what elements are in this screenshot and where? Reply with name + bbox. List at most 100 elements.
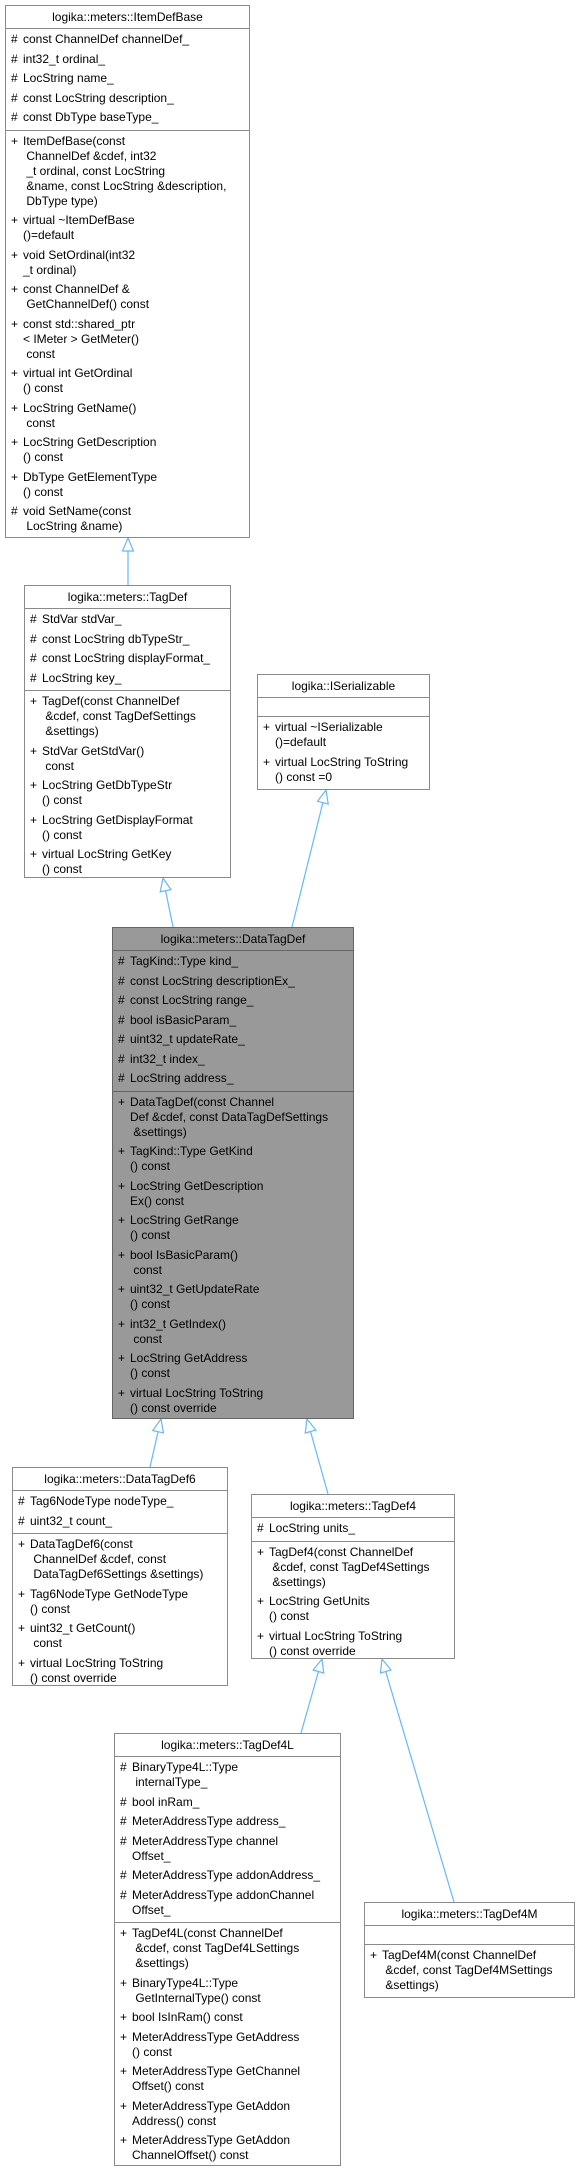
method-row[interactable]: + LocString GetDisplayFormat () const xyxy=(25,811,230,846)
attribute-row[interactable]: # TagKind::Type kind_ xyxy=(113,952,353,972)
attribute-row[interactable]: # MeterAddressType channel Offset_ xyxy=(115,1832,340,1867)
attribute-row[interactable]: # LocString key_ xyxy=(25,669,230,689)
method-row[interactable]: + LocString GetDbTypeStr () const xyxy=(25,776,230,811)
method-row[interactable]: + uint32_t GetUpdateRate () const xyxy=(113,1280,353,1315)
method-row[interactable]: + LocString GetUnits () const xyxy=(252,1592,454,1627)
attribute-row[interactable]: # uint32_t updateRate_ xyxy=(113,1030,353,1050)
class-title[interactable]: logika::meters::TagDef xyxy=(25,586,230,609)
method-row[interactable]: + MeterAddressType GetAddon Address() con… xyxy=(115,2097,340,2132)
attribute-row[interactable]: # int32_t index_ xyxy=(113,1050,353,1070)
attribute-row[interactable]: # int32_t ordinal_ xyxy=(6,50,249,70)
attribute-row[interactable]: # MeterAddressType addonAddress_ xyxy=(115,1866,340,1886)
method-row[interactable]: + virtual int GetOrdinal () const xyxy=(6,364,249,399)
method-row[interactable]: + TagDef(const ChannelDef &cdef, const Ta… xyxy=(25,692,230,742)
method-row[interactable]: + virtual LocString ToString () const ove… xyxy=(13,1654,227,1689)
method-row[interactable]: + MeterAddressType GetChannel Offset() co… xyxy=(115,2062,340,2097)
method-row[interactable]: + DbType GetElementType () const xyxy=(6,468,249,503)
method-row[interactable]: + virtual LocString ToString () const ove… xyxy=(252,1627,454,1662)
class-title[interactable]: logika::meters::DataTagDef6 xyxy=(13,1468,227,1491)
class-box-datatagdef6[interactable]: logika::meters::DataTagDef6 # Tag6NodeTyp… xyxy=(12,1467,228,1686)
method-row[interactable]: + ItemDefBase(const ChannelDef &cdef, int… xyxy=(6,132,249,212)
method-row[interactable]: + LocString GetDescription Ex() const xyxy=(113,1177,353,1212)
attribute-row[interactable]: # const DbType baseType_ xyxy=(6,108,249,128)
class-box-tagdef4l[interactable]: logika::meters::TagDef4L # BinaryType4L::… xyxy=(114,1733,341,2166)
attribute-row[interactable]: # LocString address_ xyxy=(113,1069,353,1089)
method-row[interactable]: + Tag6NodeType GetNodeType () const xyxy=(13,1585,227,1620)
class-title[interactable]: logika::meters::ItemDefBase xyxy=(6,6,249,29)
attribute-row[interactable]: # LocString name_ xyxy=(6,69,249,89)
member-text: TagDef4M(const ChannelDef &cdef, const T… xyxy=(382,1948,553,1992)
inheritance-arrowhead-icon xyxy=(151,1417,165,1434)
method-row[interactable]: + virtual LocString ToString () const =0 xyxy=(258,753,429,788)
member-text: LocString GetDescription Ex() const xyxy=(130,1178,264,1208)
class-box-tagdef[interactable]: logika::meters::TagDef # StdVar stdVar_ # c… xyxy=(24,585,231,878)
class-title[interactable]: logika::meters::TagDef4L xyxy=(115,1734,340,1757)
method-row[interactable]: + uint32_t GetCount() const xyxy=(13,1619,227,1654)
method-row[interactable]: + LocString GetDescription () const xyxy=(6,433,249,468)
method-row[interactable]: + MeterAddressType GetAddon ChannelOffset… xyxy=(115,2131,340,2166)
protected-marker: # xyxy=(18,1494,25,1508)
member-text: LocString GetDbTypeStr () const xyxy=(42,778,173,807)
method-row[interactable]: # void SetName(const LocString &name) xyxy=(6,502,249,537)
member-text: const ChannelDef channelDef_ xyxy=(23,32,190,46)
method-row[interactable]: + LocString GetAddress () const xyxy=(113,1349,353,1384)
method-row[interactable]: + const std::shared_ptr < IMeter > GetMet… xyxy=(6,315,249,365)
method-row[interactable]: + virtual ~ISerializable ()=default xyxy=(258,718,429,753)
member-text: MeterAddressType GetChannel Offset() con… xyxy=(132,2064,301,2093)
member-text: virtual ~ISerializable ()=default xyxy=(275,720,383,749)
attribute-row[interactable]: # StdVar stdVar_ xyxy=(25,610,230,630)
attribute-row[interactable]: # bool inRam_ xyxy=(115,1793,340,1813)
method-row[interactable]: + TagKind::Type GetKind () const xyxy=(113,1142,353,1177)
class-title[interactable]: logika::meters::TagDef4 xyxy=(252,1495,454,1518)
method-row[interactable]: + DataTagDef6(const ChannelDef &cdef, con… xyxy=(13,1535,227,1585)
method-row[interactable]: + TagDef4(const ChannelDef &cdef, const T… xyxy=(252,1543,454,1593)
attribute-row[interactable]: # LocString units_ xyxy=(252,1519,454,1539)
method-row[interactable]: + void SetOrdinal(int32 _t ordinal) xyxy=(6,246,249,281)
methods-section: + virtual ~ISerializable ()=default + virtu… xyxy=(258,717,429,789)
attribute-row[interactable]: # const ChannelDef channelDef_ xyxy=(6,30,249,50)
member-text: int32_t GetIndex() const xyxy=(130,1316,227,1346)
method-row[interactable]: + LocString GetName() const xyxy=(6,399,249,434)
method-row[interactable]: + virtual LocString GetKey () const xyxy=(25,845,230,880)
method-row[interactable]: + BinaryType4L::Type GetInternalType() co… xyxy=(115,1974,340,2009)
method-row[interactable]: + int32_t GetIndex() const xyxy=(113,1315,353,1350)
method-row[interactable]: + StdVar GetStdVar() const xyxy=(25,742,230,777)
attribute-row[interactable]: # const LocString description_ xyxy=(6,89,249,109)
class-box-tagdef4m[interactable]: logika::meters::TagDef4M + TagDef4M(const… xyxy=(364,1902,575,1998)
public-marker: + xyxy=(120,2098,128,2113)
attribute-row[interactable]: # bool isBasicParam_ xyxy=(113,1011,353,1031)
attribute-row[interactable]: # const LocString dbTypeStr_ xyxy=(25,630,230,650)
class-box-tagdef4[interactable]: logika::meters::TagDef4 # LocString units… xyxy=(251,1494,455,1659)
class-box-datatagdef: logika::meters::DataTagDef # TagKind::Typ… xyxy=(112,927,354,1419)
class-box-itemdefbase[interactable]: logika::meters::ItemDefBase # const Chann… xyxy=(5,5,250,538)
method-row[interactable]: + bool IsBasicParam() const xyxy=(113,1246,353,1281)
method-row[interactable]: + DataTagDef(const Channel Def &cdef, con… xyxy=(113,1093,353,1143)
method-row[interactable]: + virtual ~ItemDefBase ()=default xyxy=(6,211,249,246)
method-row[interactable]: + TagDef4M(const ChannelDef &cdef, const … xyxy=(365,1946,574,1996)
attribute-row[interactable]: # Tag6NodeType nodeType_ xyxy=(13,1492,227,1512)
method-row[interactable]: + TagDef4L(const ChannelDef &cdef, const … xyxy=(115,1924,340,1974)
inheritance-arrowhead-icon xyxy=(121,536,135,552)
attribute-row[interactable]: # uint32_t count_ xyxy=(13,1512,227,1532)
public-marker: + xyxy=(11,316,19,331)
method-row[interactable]: + virtual LocString ToString () const ove… xyxy=(113,1384,353,1419)
member-text: bool inRam_ xyxy=(132,1794,200,1809)
attribute-row[interactable]: # MeterAddressType addonChannel Offset_ xyxy=(115,1886,340,1921)
attribute-row[interactable]: # BinaryType4L::Type internalType_ xyxy=(115,1758,340,1793)
method-row[interactable]: + bool IsInRam() const xyxy=(115,2008,340,2028)
member-text: uint32_t GetUpdateRate () const xyxy=(130,1282,260,1311)
method-row[interactable]: + LocString GetRange () const xyxy=(113,1211,353,1246)
method-row[interactable]: + MeterAddressType GetAddress () const xyxy=(115,2028,340,2063)
attribute-row[interactable]: # const LocString range_ xyxy=(113,991,353,1011)
protected-marker: # xyxy=(30,670,37,685)
class-title[interactable]: logika::meters::TagDef4M xyxy=(365,1903,574,1926)
member-text: LocString address_ xyxy=(130,1071,234,1085)
class-title[interactable]: logika::ISerializable xyxy=(258,675,429,698)
attribute-row[interactable]: # const LocString descriptionEx_ xyxy=(113,972,353,992)
member-text: TagDef(const ChannelDef &cdef, const Tag… xyxy=(42,694,196,738)
method-row[interactable]: + const ChannelDef & GetChannelDef() cons… xyxy=(6,280,249,315)
attribute-row[interactable]: # MeterAddressType address_ xyxy=(115,1812,340,1832)
attribute-row[interactable]: # const LocString displayFormat_ xyxy=(25,649,230,669)
class-box-iserializable[interactable]: logika::ISerializable + virtual ~ISeriali… xyxy=(257,674,430,790)
member-text: const ChannelDef & GetChannelDef() const xyxy=(23,282,150,311)
